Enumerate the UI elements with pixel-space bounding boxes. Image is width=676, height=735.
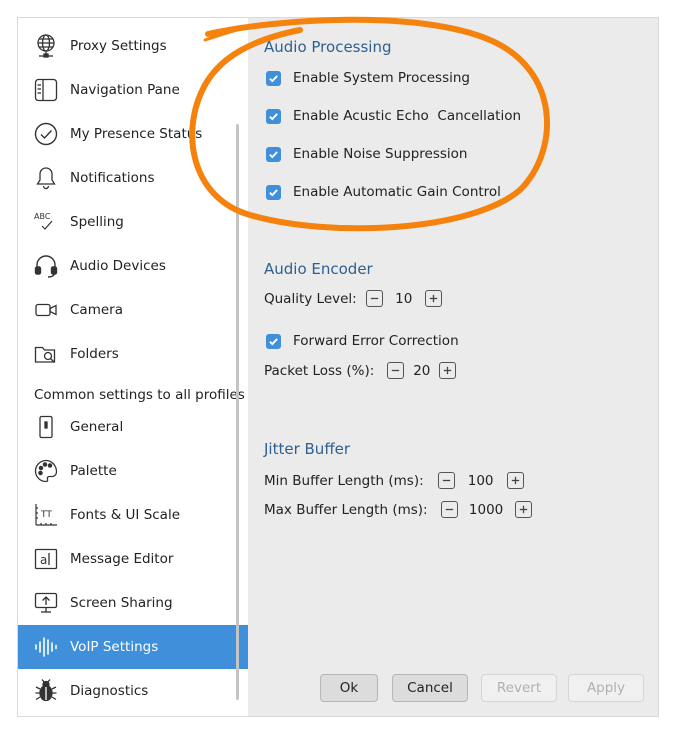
sidebar-item-label: Fonts & UI Scale bbox=[70, 507, 181, 523]
increment-button[interactable] bbox=[506, 472, 524, 489]
enable-system-processing-checkbox[interactable]: Enable System Processing bbox=[266, 70, 470, 86]
sidebar-item-label: Notifications bbox=[70, 170, 155, 186]
globe-network-icon bbox=[32, 32, 60, 60]
increment-button[interactable] bbox=[424, 290, 442, 307]
headset-icon bbox=[32, 252, 60, 280]
sidebar-item-proxy-settings[interactable]: Proxy Settings bbox=[18, 24, 248, 68]
max-buffer-length-stepper: Max Buffer Length (ms): 1000 bbox=[264, 501, 532, 518]
checkbox-checked[interactable] bbox=[266, 184, 281, 200]
decrement-button[interactable] bbox=[365, 290, 383, 307]
decrement-button[interactable] bbox=[387, 362, 405, 379]
checkbox-label: Enable Acustic Echo Cancellation bbox=[293, 108, 522, 124]
sidebar-item-audio-devices[interactable]: Audio Devices bbox=[18, 244, 248, 288]
checkbox-checked[interactable] bbox=[266, 108, 281, 124]
svg-text:TT: TT bbox=[40, 510, 52, 520]
sidebar-item-label: Navigation Pane bbox=[70, 82, 180, 98]
general-icon bbox=[32, 413, 60, 441]
navigation-pane-icon bbox=[32, 76, 60, 104]
bug-icon bbox=[32, 677, 60, 705]
quality-level-value[interactable]: 10 bbox=[383, 291, 425, 307]
sidebar-item-navigation-pane[interactable]: Navigation Pane bbox=[18, 68, 248, 112]
sidebar-item-label: Spelling bbox=[70, 214, 124, 230]
checkbox-checked[interactable] bbox=[266, 70, 281, 86]
section-label-common-settings: Common settings to all profiles bbox=[34, 387, 245, 403]
checkbox-label: Enable Automatic Gain Control bbox=[293, 184, 501, 200]
bell-icon bbox=[32, 164, 60, 192]
enable-acoustic-echo-cancellation-checkbox[interactable]: Enable Acustic Echo Cancellation bbox=[266, 108, 521, 124]
sidebar-item-label: Folders bbox=[70, 346, 119, 362]
sidebar-item-label: Camera bbox=[70, 302, 123, 318]
increment-button[interactable] bbox=[439, 362, 457, 379]
sidebar-item-label: Palette bbox=[70, 463, 117, 479]
checkbox-checked[interactable] bbox=[266, 146, 281, 162]
sidebar-item-label: Screen Sharing bbox=[70, 595, 173, 611]
checkbox-label: Enable System Processing bbox=[293, 70, 470, 86]
min-buffer-length-label: Min Buffer Length (ms): bbox=[264, 472, 424, 489]
ok-button[interactable]: Ok bbox=[320, 674, 378, 702]
audio-processing-heading: Audio Processing bbox=[264, 38, 392, 56]
sidebar-item-screen-sharing[interactable]: Screen Sharing bbox=[18, 581, 248, 625]
fonts-scale-icon: TT bbox=[32, 501, 60, 529]
revert-button[interactable]: Revert bbox=[481, 674, 557, 702]
palette-icon bbox=[32, 457, 60, 485]
sidebar-item-my-presence-status[interactable]: My Presence Status bbox=[18, 112, 248, 156]
spelling-icon: ABC bbox=[32, 208, 60, 236]
screen-sharing-icon bbox=[32, 589, 60, 617]
audio-encoder-heading: Audio Encoder bbox=[264, 260, 373, 278]
min-buffer-length-stepper: Min Buffer Length (ms): 100 bbox=[264, 472, 524, 489]
camera-icon bbox=[32, 296, 60, 324]
checkbox-label: Forward Error Correction bbox=[293, 333, 459, 349]
sidebar-item-message-editor[interactable]: a Message Editor bbox=[18, 537, 248, 581]
sidebar-item-general[interactable]: General bbox=[18, 405, 248, 449]
apply-button[interactable]: Apply bbox=[568, 674, 644, 702]
sidebar-item-label: Diagnostics bbox=[70, 683, 149, 699]
sidebar-item-label: General bbox=[70, 419, 124, 435]
voip-settings-panel: Audio Processing Enable System Processin… bbox=[248, 18, 658, 716]
sidebar-item-voip-settings[interactable]: VoIP Settings bbox=[18, 625, 248, 669]
checkbox-checked[interactable] bbox=[266, 333, 281, 349]
checkbox-label: Enable Noise Suppression bbox=[293, 146, 468, 162]
svg-text:ABC: ABC bbox=[34, 212, 51, 221]
enable-noise-suppression-checkbox[interactable]: Enable Noise Suppression bbox=[266, 146, 467, 162]
sidebar-item-palette[interactable]: Palette bbox=[18, 449, 248, 493]
check-circle-icon bbox=[32, 120, 60, 148]
settings-window: Proxy Settings Navigation Pane My Presen… bbox=[17, 17, 659, 717]
sidebar-item-label: Proxy Settings bbox=[70, 38, 167, 54]
sidebar-item-folders[interactable]: Folders bbox=[18, 332, 248, 376]
max-buffer-length-value[interactable]: 1000 bbox=[458, 502, 515, 518]
packet-loss-value[interactable]: 20 bbox=[404, 363, 439, 379]
cancel-button[interactable]: Cancel bbox=[392, 674, 468, 702]
max-buffer-length-label: Max Buffer Length (ms): bbox=[264, 501, 428, 518]
voip-waveform-icon bbox=[32, 633, 60, 661]
decrement-button[interactable] bbox=[437, 472, 455, 489]
sidebar: Proxy Settings Navigation Pane My Presen… bbox=[18, 18, 248, 716]
sidebar-item-camera[interactable]: Camera bbox=[18, 288, 248, 332]
folder-search-icon bbox=[32, 340, 60, 368]
packet-loss-stepper: Packet Loss (%): 20 bbox=[264, 362, 457, 379]
quality-level-stepper: Quality Level: 10 bbox=[264, 290, 442, 307]
quality-level-label: Quality Level: bbox=[264, 290, 357, 307]
sidebar-item-notifications[interactable]: Notifications bbox=[18, 156, 248, 200]
sidebar-scrollbar[interactable] bbox=[236, 124, 239, 700]
sidebar-item-label: VoIP Settings bbox=[70, 639, 159, 655]
enable-automatic-gain-control-checkbox[interactable]: Enable Automatic Gain Control bbox=[266, 184, 501, 200]
svg-text:a: a bbox=[40, 553, 47, 567]
sidebar-item-spelling[interactable]: ABC Spelling bbox=[18, 200, 248, 244]
min-buffer-length-value[interactable]: 100 bbox=[455, 473, 507, 489]
decrement-button[interactable] bbox=[440, 501, 458, 518]
increment-button[interactable] bbox=[514, 501, 532, 518]
packet-loss-label: Packet Loss (%): bbox=[264, 362, 375, 379]
sidebar-item-label: My Presence Status bbox=[70, 126, 203, 142]
jitter-buffer-heading: Jitter Buffer bbox=[264, 440, 351, 458]
message-editor-icon: a bbox=[32, 545, 60, 573]
sidebar-item-label: Message Editor bbox=[70, 551, 174, 567]
sidebar-item-diagnostics[interactable]: Diagnostics bbox=[18, 669, 248, 713]
sidebar-item-fonts-ui-scale[interactable]: TT Fonts & UI Scale bbox=[18, 493, 248, 537]
sidebar-item-label: Audio Devices bbox=[70, 258, 166, 274]
forward-error-correction-checkbox[interactable]: Forward Error Correction bbox=[266, 333, 459, 349]
